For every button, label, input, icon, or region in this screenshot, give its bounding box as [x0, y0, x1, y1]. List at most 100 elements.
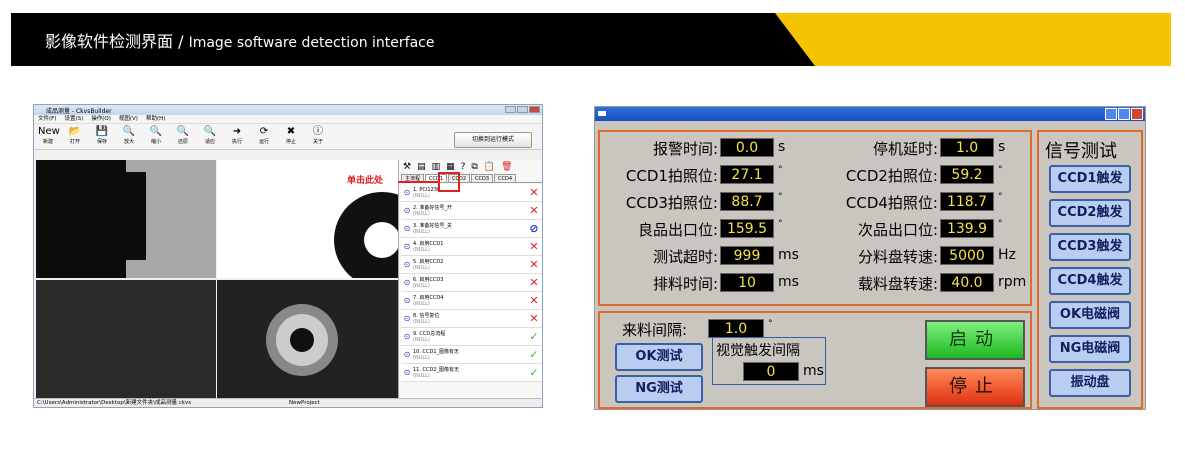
tool-icon[interactable]: 📋 — [484, 162, 495, 172]
menu-item[interactable]: 视图(V) — [119, 115, 138, 123]
step-sub: (NULL) — [413, 282, 430, 289]
toolbar-button[interactable]: ⟳ 运行 — [254, 126, 274, 145]
toolbar-icon: 📂 — [68, 126, 82, 137]
signal-test-button[interactable]: NG电磁阀 — [1049, 335, 1131, 363]
tool-icon[interactable]: ⧉ — [471, 162, 477, 172]
toolbar-button[interactable]: 📂 打开 — [65, 126, 85, 145]
step-row[interactable]: ⊙ 5. 启用CCD2 (NULL) ✕ — [401, 256, 542, 274]
toolbar-label: 新建 — [42, 139, 53, 145]
params-panel: 报警时间: 0.0 s CCD1拍照位: 27.1 ° CCD3拍照位: 88.7 ° 良品出口位… — [598, 130, 1032, 306]
start-button[interactable]: 启动 — [925, 320, 1025, 360]
signal-test-button[interactable]: CCD1触发 — [1049, 165, 1131, 193]
toolbar-button[interactable]: ✖ 停止 — [281, 126, 301, 145]
signal-test-button[interactable]: OK电磁阀 — [1049, 301, 1131, 329]
toolbar-button[interactable]: 🔍 缩小 — [146, 126, 166, 145]
toolbar-button[interactable]: 💾 保存 — [92, 126, 112, 145]
param-value[interactable]: 139.9 — [940, 219, 994, 238]
param-label: 停机延时: — [872, 140, 938, 158]
menu-item[interactable]: 设置(S) — [64, 115, 83, 123]
step-row[interactable]: ⊙ 3. 准备好信号_关 (NULL) ⊘ — [401, 220, 542, 238]
menu-item[interactable]: 帮助(H) — [146, 115, 165, 123]
step-name: 11. CCD2_图像有无 — [413, 366, 460, 373]
param-value[interactable]: 159.5 — [720, 219, 774, 238]
step-icon: ⊙ — [403, 296, 411, 305]
maximize-button[interactable] — [517, 106, 528, 113]
status-path: C:\Users\Administrator\Desktop\新建文件夹\成品测… — [37, 400, 192, 406]
camera-view-1 — [36, 160, 216, 278]
toolbar-button[interactable]: 🔍 还原 — [173, 126, 193, 145]
minimize-button[interactable] — [1105, 108, 1117, 120]
signal-test-button[interactable]: CCD3触发 — [1049, 233, 1131, 261]
tool-icon[interactable]: ▦ — [446, 162, 455, 172]
title-cn: 影像软件检测界面 — [45, 32, 174, 51]
tool-icon[interactable]: ⚒ — [403, 162, 411, 172]
param-unit: ° — [998, 192, 1003, 202]
step-name: 3. 准备好信号_关 — [413, 222, 452, 229]
close-button[interactable] — [529, 106, 540, 113]
toolbar-button[interactable]: New 新建 — [38, 126, 60, 145]
param-value[interactable]: 118.7 — [940, 192, 994, 211]
param-value[interactable]: 59.2 — [940, 165, 994, 184]
step-row[interactable]: ⊙ 2. 准备好信号_开 (NULL) ✕ — [401, 202, 542, 220]
signal-test-button[interactable]: CCD2触发 — [1049, 199, 1131, 227]
param-unit: ° — [778, 192, 783, 202]
toolbar-label: 适应 — [204, 139, 215, 145]
toolbar-button[interactable]: 🔍 放大 — [119, 126, 139, 145]
param-unit: rpm — [998, 274, 1027, 290]
step-icon: ⊙ — [403, 368, 411, 377]
ng-test-button[interactable]: NG测试 — [615, 375, 703, 403]
delete-icon[interactable]: 🗑 — [501, 162, 512, 172]
banner-accent — [775, 13, 1171, 66]
toolbar-button[interactable]: ⓘ 关于 — [308, 126, 328, 145]
flow-panel: ⚒ ▤ ▥ ▦? ⧉ 📋 🗑 主流程 CCD1 CCD2 CCD3 CCD4 ⊙ 1. PCI1230… — [398, 160, 542, 400]
switch-run-mode-button[interactable]: 切换到运行模式 — [454, 132, 532, 148]
flow-toolbar: ⚒ ▤ ▥ ▦? ⧉ 📋 🗑 — [399, 160, 542, 174]
maximize-button[interactable] — [1118, 108, 1130, 120]
menu-item[interactable]: 操作(O) — [91, 115, 111, 123]
signal-test-button[interactable]: CCD4触发 — [1049, 267, 1131, 295]
param-value[interactable]: 40.0 — [940, 273, 994, 292]
toolbar-icon: 🔍 — [122, 126, 136, 137]
step-row[interactable]: ⊙ 4. 启用CCD1 (NULL) ✕ — [401, 238, 542, 256]
feed-interval-value[interactable]: 1.0 — [708, 319, 764, 338]
toolbar-button[interactable]: ➜ 执行 — [227, 126, 247, 145]
step-row[interactable]: ⊙ 11. CCD2_图像有无 (NULL) ✓ — [401, 364, 542, 382]
step-label: 6. 启用CCD3 (NULL) — [413, 277, 526, 289]
visual-trigger-value[interactable]: 0 — [743, 362, 799, 381]
param-value[interactable]: 1.0 — [940, 138, 994, 157]
tool-icon[interactable]: ▤ — [417, 162, 426, 172]
param-value[interactable]: 0.0 — [720, 138, 774, 157]
flow-tab[interactable]: CCD3 — [471, 174, 494, 182]
minimize-button[interactable] — [505, 106, 516, 113]
step-row[interactable]: ⊙ 8. 信号复位 (NULL) ✕ — [401, 310, 542, 328]
ok-test-button[interactable]: OK测试 — [615, 343, 703, 371]
callout-arrow — [398, 181, 438, 183]
toolbar-label: 停止 — [285, 139, 296, 145]
signal-test-button[interactable]: 振动盘 — [1049, 369, 1131, 397]
step-row[interactable]: ⊙ 7. 启用CCD4 (NULL) ✕ — [401, 292, 542, 310]
tool-icon[interactable]: ? — [461, 162, 466, 172]
stop-button[interactable]: 停止 — [925, 367, 1025, 407]
step-row[interactable]: ⊙ 9. CCD总流程 (NULL) ✓ — [401, 328, 542, 346]
param-value[interactable]: 999 — [720, 246, 774, 265]
param-value[interactable]: 27.1 — [720, 165, 774, 184]
flow-tab[interactable]: CCD4 — [494, 174, 517, 182]
title-sep: / — [173, 32, 189, 51]
param-value[interactable]: 5000 — [940, 246, 994, 265]
toolbar-button[interactable]: 🔍 适应 — [200, 126, 220, 145]
menu-item[interactable]: 文件(F) — [38, 115, 56, 123]
step-row[interactable]: ⊙ 6. 启用CCD3 (NULL) ✕ — [401, 274, 542, 292]
close-button[interactable] — [1131, 108, 1143, 120]
feed-interval-label: 来料间隔: — [622, 321, 688, 339]
toolbar-icon: 🔍 — [176, 126, 190, 137]
step-row[interactable]: ⊙ 1. PCI1230 (NULL) ✕ — [401, 184, 542, 202]
step-status-icon: ✕ — [529, 312, 539, 325]
step-row[interactable]: ⊙ 10. CCD1_图像有无 (NULL) ✓ — [401, 346, 542, 364]
step-sub: (NULL) — [413, 228, 430, 235]
param-value[interactable]: 88.7 — [720, 192, 774, 211]
tool-icon[interactable]: ▥ — [432, 162, 441, 172]
step-label: 5. 启用CCD2 (NULL) — [413, 259, 526, 271]
step-label: 10. CCD1_图像有无 (NULL) — [413, 349, 526, 361]
param-value[interactable]: 10 — [720, 273, 774, 292]
step-icon: ⊙ — [403, 314, 411, 323]
